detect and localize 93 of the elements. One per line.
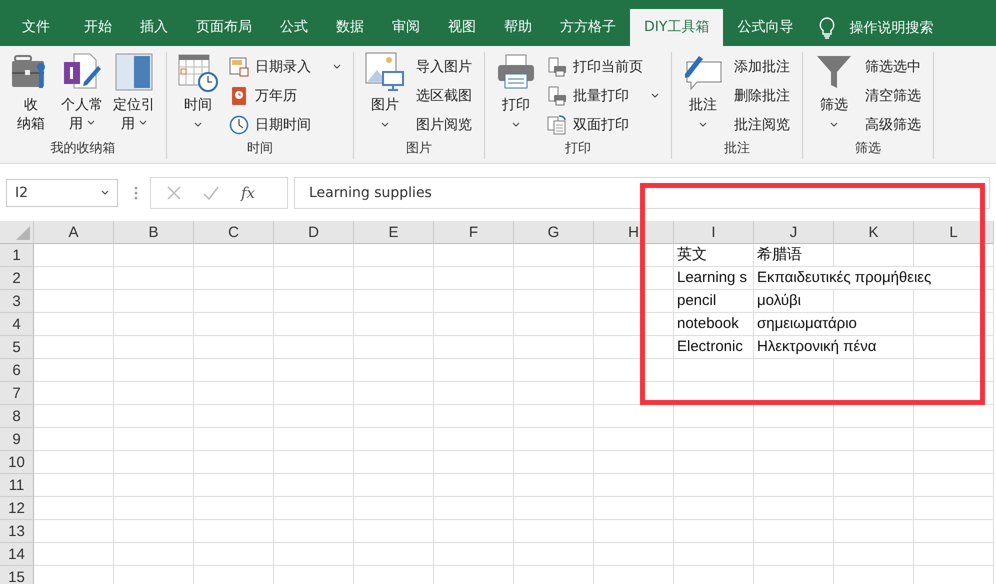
ribbon-button[interactable]: 批注阅览 — [730, 110, 794, 139]
ribbon-tab[interactable]: 帮助 — [490, 9, 546, 46]
ribbon-button[interactable]: 添加批注 — [730, 52, 794, 81]
ribbon-button[interactable]: 打印 — [493, 52, 539, 139]
column-header[interactable]: C — [194, 221, 274, 244]
row-header[interactable]: 8 — [0, 405, 34, 428]
ribbon-button[interactable]: 打印当前页 — [543, 52, 663, 81]
group-title: 筛选 — [854, 140, 882, 158]
grid-cell[interactable]: 希腊语 — [754, 244, 834, 267]
column-header[interactable]: A — [34, 221, 114, 244]
group-title: 我的收纳箱 — [50, 140, 116, 158]
ribbon-button[interactable]: 清空筛选 — [861, 81, 925, 110]
grid-cell[interactable]: 英文 — [674, 244, 754, 267]
ribbon-button[interactable]: 万年历 — [225, 81, 345, 110]
formula-field[interactable]: Learning supplies — [294, 176, 990, 208]
ribbon-button[interactable]: 高级筛选 — [861, 110, 925, 139]
search-label: 操作说明搜索 — [849, 18, 934, 36]
ribbon-tab[interactable]: 方方格子 — [546, 9, 630, 46]
row-header[interactable]: 7 — [0, 382, 34, 405]
column-header[interactable]: B — [114, 221, 194, 244]
ribbon-tab[interactable]: 开始 — [70, 9, 126, 46]
cell-text: 希腊语 — [757, 245, 802, 265]
cell-text: pencil — [677, 291, 716, 311]
ribbon-tab[interactable]: 公式向导 — [723, 9, 808, 46]
ribbon-button[interactable]: 批量打印 — [543, 81, 663, 110]
column-header[interactable]: D — [274, 221, 354, 244]
ribbon-button[interactable]: 图片阅览 — [412, 110, 476, 139]
ribbon-button[interactable]: 批注 — [680, 52, 726, 139]
column-header[interactable]: K — [834, 221, 914, 244]
grid-cell[interactable]: notebook — [674, 313, 754, 336]
column-header[interactable]: G — [514, 221, 594, 244]
row-header[interactable]: 11 — [0, 474, 34, 497]
group-title: 打印 — [564, 140, 592, 158]
grid-cell[interactable]: σημειωματάριο — [754, 313, 914, 336]
grid-cell[interactable]: Learning s — [674, 267, 754, 290]
grid-cell[interactable]: μολύβι — [754, 290, 834, 313]
row-header[interactable]: 4 — [0, 313, 34, 336]
ribbon-button[interactable]: 选区截图 — [412, 81, 476, 110]
ribbon-button[interactable]: 筛选 — [811, 52, 857, 139]
column-header[interactable]: I — [674, 221, 754, 244]
row-header[interactable]: 9 — [0, 428, 34, 451]
row-header[interactable]: 6 — [0, 359, 34, 382]
ribbon-button[interactable]: 个人常 用 — [58, 52, 106, 139]
row-header[interactable]: 2 — [0, 267, 34, 290]
row-header[interactable]: 3 — [0, 290, 34, 313]
ribbon-tab[interactable]: 视图 — [434, 9, 490, 46]
row-header[interactable]: 13 — [0, 520, 34, 543]
ribbon-button[interactable]: 时间 — [175, 52, 221, 139]
ribbon-tab[interactable]: 插入 — [126, 9, 182, 46]
search-button[interactable]: 操作说明搜索 — [819, 9, 934, 46]
group-title: 图片 — [405, 140, 433, 158]
row-header[interactable]: 14 — [0, 543, 34, 566]
ribbon-button[interactable]: 日期录入 — [225, 52, 345, 81]
grid-cell[interactable]: Electronic — [674, 336, 754, 359]
ribbon-button[interactable]: 双面打印 — [543, 110, 663, 139]
ribbon-button[interactable]: 删除批注 — [730, 81, 794, 110]
ribbon-button[interactable]: 图片 — [362, 52, 408, 139]
row-header[interactable]: 5 — [0, 336, 34, 359]
column-header[interactable]: J — [754, 221, 834, 244]
row-header[interactable]: 10 — [0, 451, 34, 474]
column-header[interactable]: L — [914, 221, 994, 244]
cell-text: σημειωματάριο — [757, 314, 857, 334]
ribbon-button[interactable]: 日期时间 — [225, 110, 345, 139]
grid-cell[interactable]: Ηλεκτρονική πένα — [754, 336, 914, 359]
name-box[interactable]: I2 — [6, 178, 118, 206]
column-header[interactable]: E — [354, 221, 434, 244]
row-header[interactable]: 12 — [0, 497, 34, 520]
cell-text: Electronic — [677, 337, 743, 357]
ribbon-button[interactable]: 导入图片 — [412, 52, 476, 81]
cell-text: Learning s — [677, 268, 748, 288]
ribbon-button[interactable]: 筛选选中 — [861, 52, 925, 81]
cell-text: 英文 — [677, 245, 707, 265]
grid-cell[interactable]: Εκπαιδευτικές προμήθειες — [754, 267, 994, 290]
row-header[interactable]: 1 — [0, 244, 34, 267]
grid-cell[interactable]: pencil — [674, 290, 754, 313]
column-header[interactable]: H — [594, 221, 674, 244]
ribbon-tab[interactable]: 审阅 — [378, 9, 434, 46]
insert-function-button[interactable]: fx — [241, 184, 256, 202]
ribbon-button[interactable]: 收 纳箱 — [8, 52, 54, 139]
cell-text: notebook — [677, 314, 739, 334]
cell-text: μολύβι — [757, 291, 802, 311]
cell-text: Εκπαιδευτικές προμήθειες — [757, 268, 932, 288]
ribbon-tab[interactable]: 公式 — [266, 9, 322, 46]
group-title: 时间 — [246, 140, 274, 158]
column-header[interactable]: F — [434, 221, 514, 244]
ribbon-tab[interactable]: 文件 — [0, 9, 70, 46]
cell-text: Ηλεκτρονική πένα — [757, 337, 876, 357]
row-header[interactable]: 15 — [0, 566, 34, 584]
ribbon-tab[interactable]: 页面布局 — [182, 9, 266, 46]
group-title: 批注 — [723, 140, 751, 158]
ribbon-tab[interactable]: 数据 — [322, 9, 378, 46]
ribbon-tab[interactable]: DIY工具箱 — [630, 9, 724, 46]
ribbon-button[interactable]: 定位引 用 — [110, 52, 158, 139]
